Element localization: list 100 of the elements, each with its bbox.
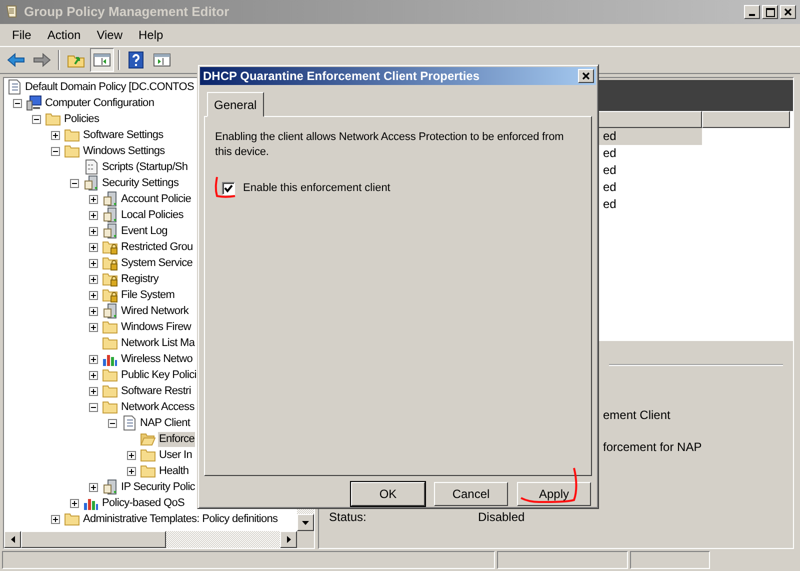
tree-item[interactable]: Default Domain Policy [DC.CONTOS bbox=[24, 80, 195, 94]
checkbox[interactable] bbox=[222, 182, 235, 195]
tree-item[interactable]: Wireless Netwo bbox=[120, 352, 194, 366]
status-value: Disabled bbox=[478, 509, 525, 526]
expand-toggle[interactable] bbox=[89, 482, 98, 492]
expand-toggle[interactable] bbox=[51, 514, 60, 524]
scroll-left-button[interactable] bbox=[4, 531, 21, 548]
status-label: Status: bbox=[329, 509, 368, 526]
dialog-button[interactable]: Apply bbox=[517, 482, 591, 506]
expand-toggle[interactable] bbox=[127, 466, 136, 476]
expand-toggle[interactable] bbox=[89, 306, 98, 316]
tree-item[interactable]: Restricted Grou bbox=[120, 240, 194, 254]
window-title: Group Policy Management Editor bbox=[24, 3, 230, 22]
server-icon bbox=[83, 175, 99, 191]
expand-toggle[interactable] bbox=[89, 242, 98, 252]
tree-item[interactable]: Policy-based QoS bbox=[101, 496, 186, 510]
tree-item[interactable]: Account Policie bbox=[120, 192, 192, 206]
tree-item[interactable]: File System bbox=[120, 288, 176, 302]
tree-item[interactable]: Policies bbox=[63, 112, 100, 126]
collapse-toggle[interactable] bbox=[13, 98, 22, 108]
tree-item[interactable]: Enforce bbox=[158, 432, 196, 446]
column-header[interactable] bbox=[702, 111, 790, 128]
expand-toggle[interactable] bbox=[127, 450, 136, 460]
expand-toggle[interactable] bbox=[89, 194, 98, 204]
menu-item[interactable]: File bbox=[4, 26, 40, 44]
plus-icon bbox=[90, 276, 97, 282]
tree-item[interactable]: Health bbox=[158, 464, 190, 478]
tab[interactable]: General bbox=[207, 92, 264, 117]
expand-toggle[interactable] bbox=[89, 226, 98, 236]
tree-item[interactable]: Windows Settings bbox=[82, 144, 166, 158]
tree-item[interactable]: Software Restri bbox=[120, 384, 192, 398]
annotation-mark bbox=[214, 176, 236, 198]
locked-folder-icon bbox=[102, 255, 118, 271]
scroll-down-button[interactable] bbox=[297, 514, 314, 531]
menu-item[interactable]: Help bbox=[130, 26, 172, 44]
plus-icon bbox=[128, 452, 135, 458]
plus-icon bbox=[90, 292, 97, 298]
description-text: Enabling the client allows Network Access Protection to be enforced from this device. bbox=[215, 130, 565, 160]
collapse-toggle[interactable] bbox=[89, 402, 98, 412]
expand-toggle[interactable] bbox=[89, 290, 98, 300]
menu-item[interactable]: Action bbox=[39, 26, 89, 44]
maximize-button[interactable] bbox=[762, 5, 778, 19]
plus-icon bbox=[90, 484, 97, 490]
dialog-button[interactable]: OK bbox=[351, 482, 425, 506]
tree-item[interactable]: Scripts (Startup/Sh bbox=[101, 160, 189, 174]
tree-item[interactable]: Wired Network bbox=[120, 304, 190, 318]
script-icon bbox=[83, 159, 99, 175]
folder-icon bbox=[64, 143, 80, 159]
server-icon bbox=[102, 223, 118, 239]
tree-item[interactable]: Security Settings bbox=[101, 176, 180, 190]
menu-item[interactable]: View bbox=[88, 26, 130, 44]
expand-toggle[interactable] bbox=[70, 498, 79, 508]
tree-item[interactable]: IP Security Polic bbox=[120, 480, 196, 494]
plus-icon bbox=[90, 212, 97, 218]
tree-item[interactable]: Computer Configuration bbox=[44, 96, 156, 110]
minimize-button[interactable] bbox=[744, 5, 760, 19]
folder-icon bbox=[102, 367, 118, 383]
plus-icon bbox=[71, 500, 78, 506]
tree-item[interactable]: Network List Ma bbox=[120, 336, 196, 350]
tree-item[interactable]: Registry bbox=[120, 272, 160, 286]
detail-text: ement Client bbox=[603, 408, 670, 422]
tree-item[interactable]: Administrative Templates: Policy definitions bbox=[82, 512, 279, 526]
folder-icon bbox=[45, 111, 61, 127]
tree-item[interactable]: Local Policies bbox=[120, 208, 184, 222]
locked-folder-icon bbox=[102, 239, 118, 255]
expand-toggle[interactable] bbox=[51, 130, 60, 140]
folder-icon bbox=[102, 319, 118, 335]
right-arrow-icon bbox=[286, 536, 290, 543]
plus-icon bbox=[90, 228, 97, 234]
collapse-toggle[interactable] bbox=[108, 418, 117, 428]
expand-toggle[interactable] bbox=[89, 386, 98, 396]
folder-icon bbox=[102, 383, 118, 399]
tree-item[interactable]: Public Key Polici bbox=[120, 368, 198, 382]
scroll-right-button[interactable] bbox=[280, 531, 297, 548]
collapse-toggle[interactable] bbox=[70, 178, 79, 188]
tree-item[interactable]: System Service bbox=[120, 256, 194, 270]
expand-toggle[interactable] bbox=[89, 210, 98, 220]
plus-icon bbox=[90, 196, 97, 202]
tree-item[interactable]: Software Settings bbox=[82, 128, 164, 142]
collapse-toggle[interactable] bbox=[32, 114, 41, 124]
expand-toggle[interactable] bbox=[89, 354, 98, 364]
tree-item[interactable]: Windows Firew bbox=[120, 320, 192, 334]
server-icon bbox=[102, 207, 118, 223]
tree-item[interactable]: User In bbox=[158, 448, 194, 462]
tree-item[interactable]: Network Access bbox=[120, 400, 196, 414]
dialog-button[interactable]: Cancel bbox=[434, 482, 508, 506]
close-button[interactable] bbox=[578, 69, 594, 83]
expand-toggle[interactable] bbox=[89, 258, 98, 268]
expand-toggle[interactable] bbox=[89, 274, 98, 284]
tree-item[interactable]: Event Log bbox=[120, 224, 168, 238]
scroll-thumb[interactable] bbox=[21, 531, 166, 548]
expand-toggle[interactable] bbox=[89, 370, 98, 380]
folder-icon bbox=[102, 335, 118, 351]
expand-toggle[interactable] bbox=[89, 322, 98, 332]
console-tree-icon[interactable] bbox=[90, 48, 114, 72]
close-button[interactable] bbox=[780, 5, 796, 19]
collapse-toggle[interactable] bbox=[51, 146, 60, 156]
tree-item[interactable]: NAP Client bbox=[139, 416, 192, 430]
server-icon bbox=[102, 479, 118, 495]
detail-text: forcement for NAP bbox=[603, 440, 702, 454]
